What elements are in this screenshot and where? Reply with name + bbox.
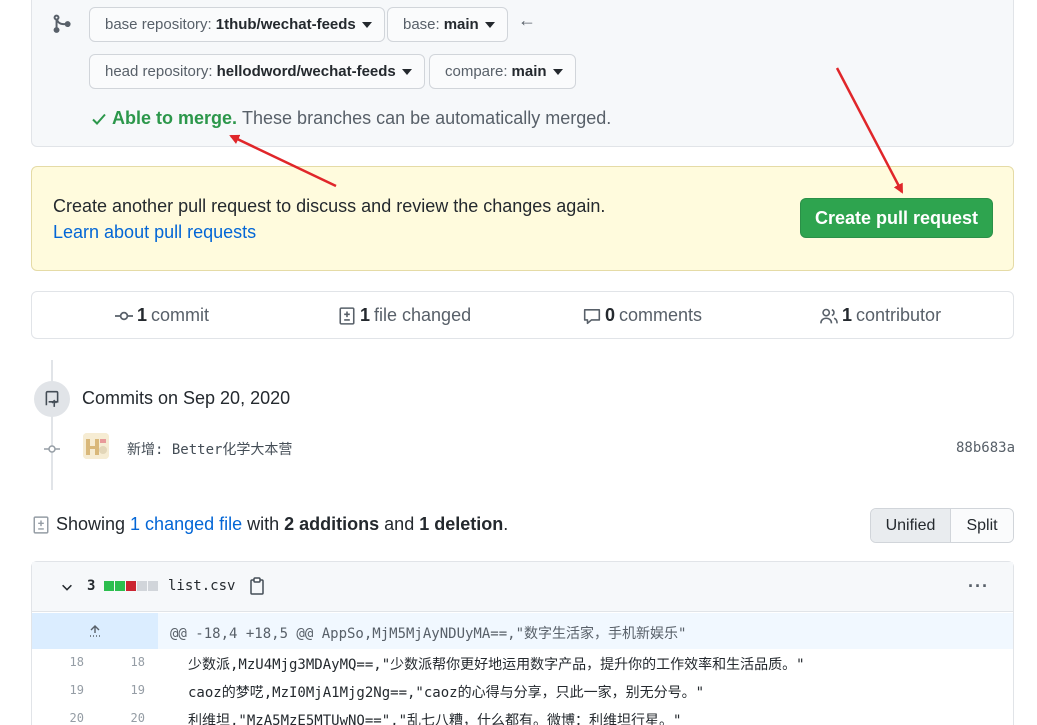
showing-and: and	[384, 514, 415, 534]
merge-status: Able to merge. These branches can be aut…	[91, 108, 611, 129]
new-line-number[interactable]: 18	[105, 655, 145, 669]
diff-view-toggle: Unified Split	[870, 508, 1014, 543]
old-line-number[interactable]: 19	[44, 683, 84, 697]
base-branch-select[interactable]: base: main	[387, 7, 508, 42]
comments-tab[interactable]: 0 comments	[583, 305, 702, 326]
file-name-link[interactable]: list.csv	[168, 578, 235, 594]
clipboard-icon[interactable]	[249, 577, 265, 595]
comments-label: comments	[619, 305, 703, 325]
commit-sha-link[interactable]: 88b683a	[956, 440, 1015, 456]
old-line-number[interactable]: 20	[44, 711, 84, 725]
unified-view-button[interactable]: Unified	[871, 509, 951, 542]
table-row: 19 19 caoz的梦呓,MzI0MjA1Mjg2Ng==,"caoz的心得与…	[32, 679, 1013, 707]
merge-status-label: Able to merge.	[112, 108, 238, 128]
avatar[interactable]	[83, 433, 109, 459]
changed-files-link[interactable]: 1 changed file	[130, 514, 242, 535]
base-branch-label: base:	[403, 16, 440, 33]
commit-icon	[115, 311, 133, 320]
chevron-down-icon	[484, 21, 495, 28]
table-row: 18 18 少数派,MzU4Mjg3MDAyMQ==,"少数派帮你更好地运用数字…	[32, 651, 1013, 679]
learn-about-pull-requests-link[interactable]: Learn about pull requests	[53, 222, 256, 243]
code-line: 少数派,MzU4Mjg3MDAyMQ==,"少数派帮你更好地运用数字产品，提升你…	[188, 657, 805, 673]
files-count: 1	[360, 305, 371, 325]
contributors-tab[interactable]: 1 contributor	[820, 305, 941, 326]
file-options-kebab-icon[interactable]: ···	[968, 576, 989, 597]
files-changed-tab[interactable]: 1 file changed	[338, 305, 471, 326]
commits-date-heading: Commits on Sep 20, 2020	[82, 388, 291, 408]
people-icon	[820, 308, 838, 323]
chevron-down-icon	[401, 68, 412, 75]
code-line: 利维坦,"MzA5MzE5MTUwNQ==","乱七八糟，什么都有。微博：利维坦…	[188, 713, 682, 725]
code-line: caoz的梦呓,MzI0MjA1Mjg2Ng==,"caoz的心得与分享，只此一…	[188, 685, 705, 701]
repo-push-icon	[45, 390, 59, 407]
base-branch-value: main	[443, 16, 479, 33]
contributors-label: contributor	[856, 305, 942, 325]
comments-count: 0	[605, 305, 616, 325]
hunk-header-text: @@ -18,4 +18,5 @@ AppSo,MjM5MjAyNDUyMA==…	[170, 626, 687, 642]
comment-icon	[583, 308, 601, 324]
commit-message-link[interactable]: 新增: Better化学大本营	[127, 439, 292, 459]
expand-up-icon[interactable]	[32, 613, 158, 649]
compare-arrows-icon	[53, 14, 71, 33]
create-pull-request-button[interactable]: Create pull request	[800, 198, 993, 238]
base-repository-select[interactable]: base repository: 1thub/wechat-feeds	[89, 7, 385, 42]
commits-label: commit	[151, 305, 210, 325]
diffstat-block	[148, 581, 158, 591]
showing-prefix: Showing	[56, 514, 126, 534]
arrow-left-icon: ←	[518, 10, 536, 30]
table-row: 20 20 利维坦,"MzA5MzE5MTUwNQ==","乱七八糟，什么都有。…	[32, 707, 1013, 725]
commits-tab[interactable]: 1 commit	[115, 305, 209, 326]
new-line-number[interactable]: 20	[105, 711, 145, 725]
old-line-number[interactable]: 18	[44, 655, 84, 669]
check-icon	[92, 113, 106, 125]
chevron-down-icon	[361, 21, 372, 28]
file-changes-count: 3	[87, 578, 96, 594]
compare-branch-value: main	[511, 63, 547, 80]
base-repository-label: base repository:	[105, 16, 212, 33]
diffstat-block	[126, 581, 136, 591]
file-diff-icon	[339, 306, 355, 325]
diffstat-block	[115, 581, 125, 591]
diffstat-block	[104, 581, 114, 591]
commits-count: 1	[137, 305, 148, 325]
contributors-count: 1	[842, 305, 853, 325]
files-label: file changed	[374, 305, 472, 325]
showing-period: .	[503, 514, 509, 534]
chevron-down-icon	[552, 68, 563, 75]
file-diff-icon	[33, 515, 49, 534]
head-repository-value: hellodword/wechat-feeds	[216, 63, 396, 80]
merge-status-text: These branches can be automatically merg…	[242, 108, 612, 128]
diff-summary: Showing 1 changed file with 2 additions …	[32, 514, 508, 535]
diffstat-block	[137, 581, 147, 591]
deletions-count: 1 deletion	[419, 514, 504, 534]
base-repository-value: 1thub/wechat-feeds	[215, 16, 356, 33]
split-view-button[interactable]: Split	[951, 509, 1013, 542]
showing-with: with	[247, 514, 280, 534]
git-commit-icon	[44, 445, 60, 453]
compare-branch-label: compare:	[445, 63, 508, 80]
chevron-down-icon[interactable]	[60, 580, 74, 594]
new-line-number[interactable]: 19	[105, 683, 145, 697]
notice-text: Create another pull request to discuss a…	[53, 196, 606, 216]
head-repository-select[interactable]: head repository: hellodword/wechat-feeds	[89, 54, 425, 89]
additions-count: 2 additions	[284, 514, 380, 534]
head-repository-label: head repository:	[105, 63, 213, 80]
timeline-line	[51, 360, 53, 490]
diffstat-blocks	[104, 581, 158, 591]
timeline-commits-badge	[34, 381, 70, 417]
compare-branch-select[interactable]: compare: main	[429, 54, 576, 89]
